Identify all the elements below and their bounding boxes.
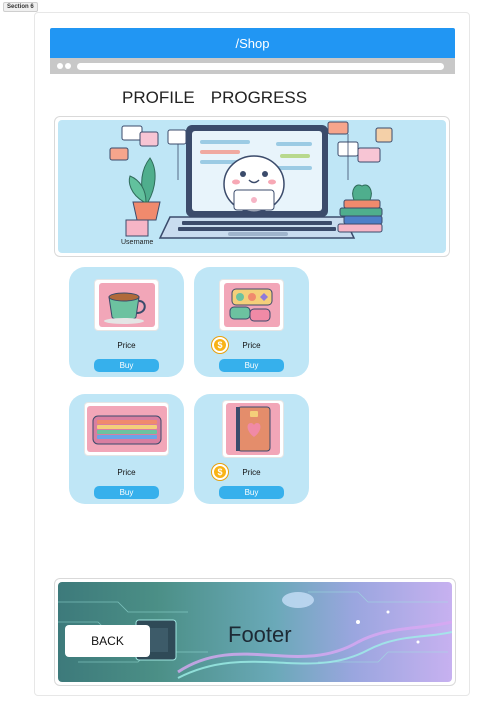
section-label: Section 6: [3, 2, 38, 12]
banner-illustration: Username: [58, 120, 446, 253]
username-label: Username: [121, 239, 154, 246]
coffee-cup-icon: [98, 283, 155, 327]
laptop-illustration: [109, 121, 393, 239]
browser-bar: [50, 58, 455, 74]
top-nav: PROFILE PROGRESS: [122, 88, 307, 108]
item-image: [222, 400, 284, 458]
footer-label: Footer: [228, 622, 292, 647]
item-price: Price: [242, 341, 261, 350]
item-price: Price: [242, 468, 261, 477]
nav-progress-link[interactable]: PROGRESS: [211, 88, 307, 108]
shop-item-card: $ Price Buy: [194, 267, 309, 377]
item-image: [94, 279, 159, 331]
back-button[interactable]: BACK: [65, 625, 150, 657]
nav-profile-link[interactable]: PROFILE: [122, 88, 195, 108]
gems-icon: [223, 283, 280, 327]
shop-item-card: Price Buy: [69, 394, 184, 504]
footer-banner: Footer BACK: [58, 582, 452, 682]
item-image: [84, 402, 169, 456]
title-bar: /Shop: [50, 28, 455, 58]
window-dot: [65, 63, 71, 69]
buy-button[interactable]: Buy: [94, 486, 159, 499]
address-field[interactable]: [77, 62, 444, 70]
rainbow-keyboard-icon: [86, 406, 167, 452]
buy-button[interactable]: Buy: [219, 486, 284, 499]
item-image: [219, 279, 284, 331]
item-price: Price: [117, 468, 136, 477]
item-price: Price: [117, 341, 136, 350]
shop-item-card: $ Price Buy: [194, 394, 309, 504]
window-dot: [57, 63, 63, 69]
buy-button[interactable]: Buy: [94, 359, 159, 372]
page-title: /Shop: [235, 35, 270, 51]
profile-banner: Username: [54, 116, 450, 257]
notebook-icon: [226, 403, 280, 455]
footer: Footer BACK: [54, 578, 456, 686]
shop-item-card: Price Buy: [69, 267, 184, 377]
buy-button[interactable]: Buy: [219, 359, 284, 372]
